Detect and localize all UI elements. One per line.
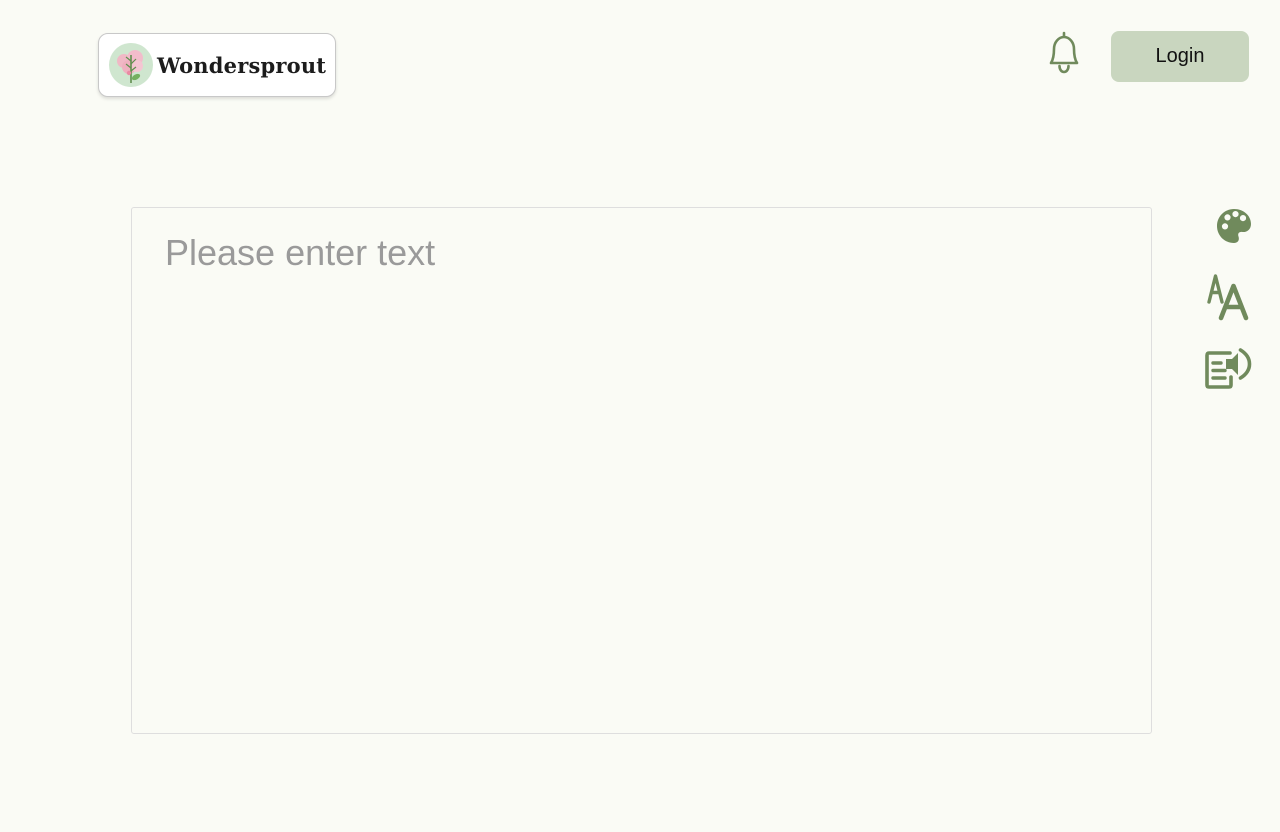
- logo[interactable]: Wondersprout: [98, 33, 336, 97]
- login-button[interactable]: Login: [1111, 31, 1249, 82]
- font-size-icon[interactable]: [1204, 272, 1254, 322]
- read-aloud-icon[interactable]: [1203, 342, 1253, 392]
- text-input[interactable]: [131, 207, 1152, 734]
- flower-logo-icon: [109, 43, 153, 87]
- bell-icon[interactable]: [1042, 30, 1086, 76]
- palette-icon[interactable]: [1214, 206, 1254, 246]
- logo-text: Wondersprout: [157, 52, 327, 78]
